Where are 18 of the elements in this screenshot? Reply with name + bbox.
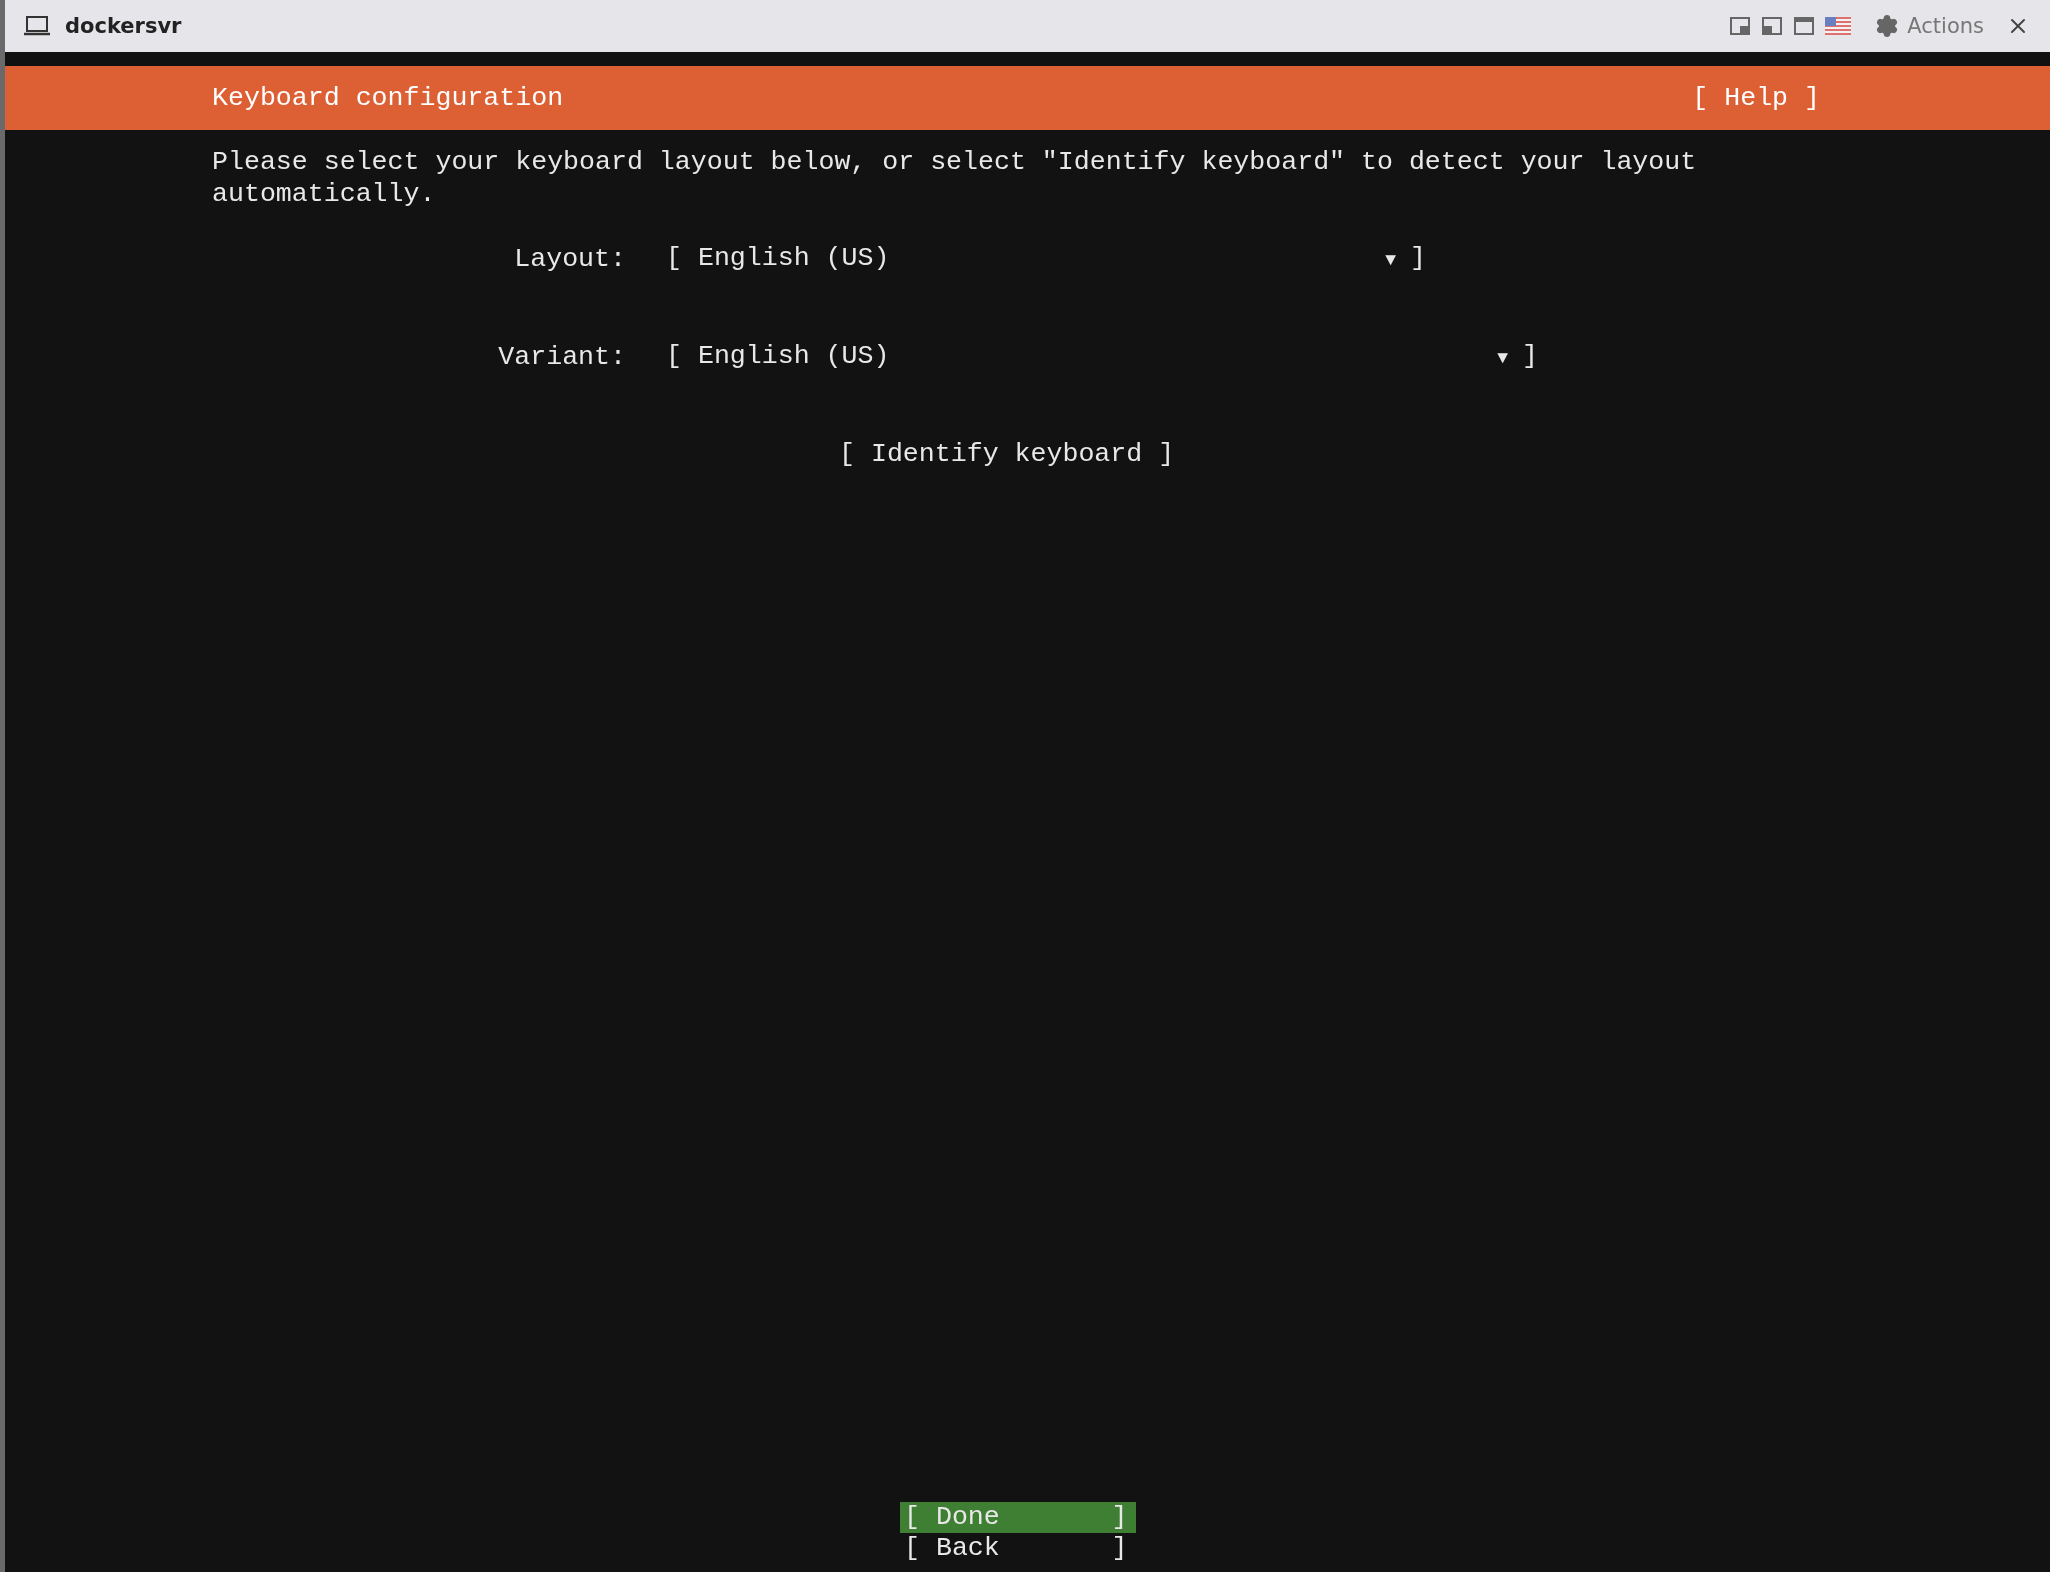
settings-icon[interactable] bbox=[1875, 14, 1900, 38]
dropdown[interactable]: [ English (US) ▼ ] bbox=[666, 340, 1538, 374]
identify-keyboard-button[interactable]: [ Identify keyboard ] bbox=[839, 438, 1175, 470]
screen-title: Keyboard configuration bbox=[212, 82, 564, 114]
window-title: dockersvr bbox=[65, 14, 182, 38]
flag-icon[interactable] bbox=[1825, 17, 1852, 35]
dropdown[interactable]: [ English (US) ▼ ] bbox=[666, 242, 1426, 276]
maximize-icon[interactable] bbox=[1793, 16, 1816, 36]
window-layout-icon[interactable] bbox=[1729, 16, 1752, 36]
back-button[interactable]: [ Back ] bbox=[900, 1533, 1136, 1564]
actions-menu[interactable]: Actions bbox=[1907, 14, 1984, 38]
done-button[interactable]: [ Done ] bbox=[900, 1502, 1136, 1533]
help-link[interactable]: [ Help ] bbox=[1692, 82, 1820, 114]
field-label: Layout: bbox=[513, 243, 626, 275]
field-label: Variant: bbox=[497, 341, 626, 373]
laptop-icon bbox=[23, 15, 51, 37]
instruction-text: Please select your keyboard layout below, or select "Identify keyboard" to detect your layout automatically. bbox=[212, 146, 1698, 210]
window-layout-icon[interactable] bbox=[1761, 16, 1784, 36]
